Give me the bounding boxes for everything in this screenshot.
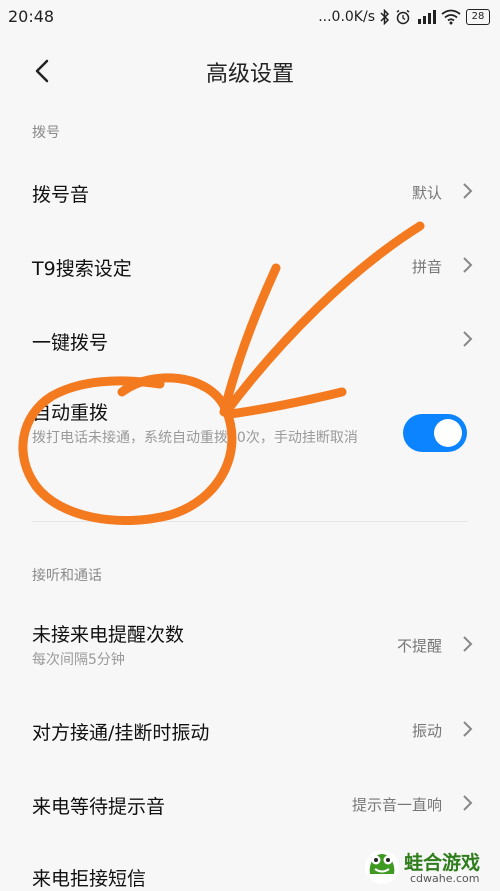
setting-row-dial-tone[interactable]: 拨号音 默认 (0, 160, 500, 222)
row-title: T9搜索设定 (32, 258, 132, 280)
net-speed: ...0.0K/s (318, 9, 375, 25)
row-value: 默认 (411, 184, 442, 202)
row-subtitle: 拨打电话未接通，系统自动重拨10次，手动挂断取消 (32, 430, 358, 446)
toggle-knob (434, 419, 462, 447)
row-title: 自动重拨 (32, 402, 109, 424)
signal-icon (416, 9, 436, 25)
watermark-brand: 蛙合游戏 (404, 852, 481, 874)
setting-row-t9-search[interactable]: T9搜索设定 拼音 (0, 234, 500, 296)
setting-row-missed-call-reminder[interactable]: 未接来电提醒次数 每次间隔5分钟 不提醒 (0, 606, 500, 684)
frog-logo-icon (365, 850, 399, 884)
row-title: 拨号音 (32, 184, 90, 206)
row-value: 不提醒 (396, 637, 442, 655)
row-value: 提示音一直响 (351, 796, 442, 814)
bluetooth-icon (380, 9, 390, 25)
setting-row-call-waiting-tone[interactable]: 来电等待提示音 提示音一直响 (0, 774, 500, 836)
alarm-icon (395, 9, 411, 25)
row-title: 来电等待提示音 (32, 796, 166, 818)
chevron-right-icon (463, 721, 473, 737)
setting-row-speed-dial[interactable]: 一键拨号 (0, 308, 500, 370)
battery-icon: 28 (466, 9, 490, 25)
status-time: 20:48 (8, 7, 55, 26)
status-bar: 20:48 ...0.0K/s 28 (0, 0, 500, 34)
row-subtitle: 每次间隔5分钟 (32, 652, 125, 668)
header: 高级设置 (0, 40, 500, 102)
chevron-right-icon (463, 331, 473, 347)
row-title: 来电拒接短信 (32, 868, 147, 890)
row-value: 振动 (411, 722, 442, 740)
wifi-icon (441, 9, 461, 25)
row-title: 对方接通/挂断时振动 (32, 722, 210, 744)
auto-redial-toggle[interactable] (403, 414, 467, 452)
chevron-right-icon (463, 636, 473, 652)
chevron-right-icon (463, 183, 473, 199)
chevron-right-icon (463, 795, 473, 811)
section-label-dial: 拨号 (32, 125, 60, 141)
row-value: 拼音 (411, 258, 442, 276)
setting-row-connect-vibrate[interactable]: 对方接通/挂断时振动 振动 (0, 700, 500, 762)
row-title: 一键拨号 (32, 332, 109, 354)
status-icons: ...0.0K/s 28 (318, 6, 490, 28)
row-title: 未接来电提醒次数 (32, 624, 185, 646)
chevron-right-icon (463, 257, 473, 273)
watermark-url: cdwahe.com (410, 872, 480, 885)
section-divider (32, 521, 468, 522)
section-label-call: 接听和通话 (32, 568, 102, 584)
page-title: 高级设置 (205, 62, 294, 87)
watermark: 蛙合游戏 cdwahe.com (362, 844, 498, 888)
